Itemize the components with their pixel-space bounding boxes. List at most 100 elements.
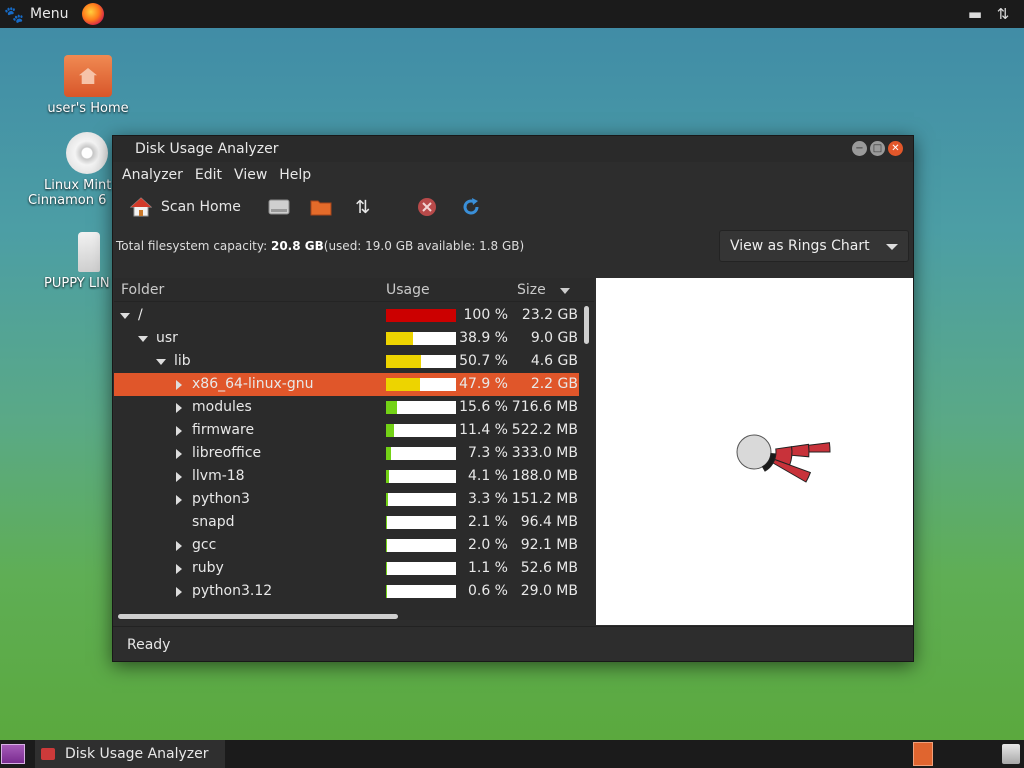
ring-segment[interactable] <box>808 442 831 453</box>
tree-row[interactable]: llvm-18 4.1 % 188.0 MB <box>114 465 579 488</box>
usage-bar-fill <box>386 378 420 391</box>
scan-remote-button[interactable]: ⇅ <box>347 192 379 222</box>
usage-percent: 1.1 % <box>467 560 508 576</box>
view-mode-select[interactable]: View as Rings Chart <box>719 230 909 262</box>
expander-closed-icon[interactable] <box>176 495 182 505</box>
tree-header: Folder Usage Size <box>114 278 594 302</box>
usage-percent: 100 % <box>463 307 508 323</box>
tree-row[interactable]: lib 50.7 % 4.6 GB <box>114 350 579 373</box>
disk-usage-analyzer-window: Disk Usage Analyzer − □ ✕ Analyzer Edit … <box>112 135 914 662</box>
horizontal-scrollbar[interactable] <box>118 614 398 619</box>
usage-bar <box>386 493 456 506</box>
tree-row[interactable]: modules 15.6 % 716.6 MB <box>114 396 579 419</box>
folder-name: / <box>138 307 143 323</box>
usage-bar <box>386 424 456 437</box>
taskbar: Disk Usage Analyzer <box>0 740 1024 768</box>
task-label: Disk Usage Analyzer <box>65 746 209 762</box>
expander-closed-icon[interactable] <box>176 564 182 574</box>
rings-chart-svg[interactable] <box>596 278 913 625</box>
ring-segment[interactable] <box>791 443 810 458</box>
menu-button[interactable]: 🐾 Menu <box>0 0 74 28</box>
scan-folder-button[interactable] <box>305 192 337 222</box>
tree-row[interactable]: gcc 2.0 % 92.1 MB <box>114 534 579 557</box>
close-icon[interactable]: ✕ <box>888 141 903 156</box>
tree-row[interactable]: / 100 % 23.2 GB <box>114 304 579 327</box>
usage-percent: 0.6 % <box>467 583 508 599</box>
capacity-prefix: Total filesystem capacity: <box>116 239 268 253</box>
folder-size: 23.2 GB <box>521 307 578 323</box>
firefox-icon[interactable] <box>82 3 105 25</box>
menu-view[interactable]: View <box>228 167 273 183</box>
expander-closed-icon[interactable] <box>176 541 182 551</box>
desktop-icon-home[interactable]: user's Home <box>43 55 133 116</box>
expander-closed-icon[interactable] <box>176 426 182 436</box>
usage-bar <box>386 378 456 391</box>
tree-row[interactable]: libreoffice 7.3 % 333.0 MB <box>114 442 579 465</box>
folder-tree[interactable]: Folder Usage Size / 100 % 23.2 GB usr 38.9 %… <box>114 278 594 620</box>
scan-home-icon <box>129 195 153 219</box>
workspace-switcher[interactable] <box>913 742 933 766</box>
titlebar[interactable]: Disk Usage Analyzer − □ ✕ <box>113 136 913 162</box>
filesystem-info: Total filesystem capacity: 20.8 GB (used… <box>113 226 913 266</box>
folder-size: 9.0 GB <box>530 330 578 346</box>
usage-percent: 38.9 % <box>459 330 508 346</box>
folder-name: snapd <box>192 514 235 530</box>
tree-row[interactable]: usr 38.9 % 9.0 GB <box>114 327 579 350</box>
tree-row[interactable]: python3.12 0.6 % 29.0 MB <box>114 580 579 603</box>
usage-bar <box>386 562 456 575</box>
usage-bar-fill <box>386 401 397 414</box>
minimize-icon[interactable]: − <box>852 141 867 156</box>
scan-filesystem-button[interactable] <box>263 192 295 222</box>
maximize-icon[interactable]: □ <box>870 141 885 156</box>
column-header-usage[interactable]: Usage <box>386 282 430 298</box>
folder-size: 29.0 MB <box>520 583 578 599</box>
tree-row[interactable]: firmware 11.4 % 522.2 MB <box>114 419 579 442</box>
usage-bar-fill <box>386 355 422 368</box>
view-mode-label: View as Rings Chart <box>730 238 870 254</box>
column-header-folder[interactable]: Folder <box>121 282 164 298</box>
expander-closed-icon[interactable] <box>176 380 182 390</box>
usb-drive-icon[interactable]: ▬ <box>964 4 986 24</box>
usage-bar-fill <box>386 516 388 529</box>
network-arrows-icon[interactable]: ⇅ <box>992 4 1014 24</box>
show-desktop-button[interactable] <box>1 744 25 764</box>
folder-name: modules <box>192 399 252 415</box>
expander-closed-icon[interactable] <box>176 403 182 413</box>
task-disk-usage-analyzer[interactable]: Disk Usage Analyzer <box>35 740 225 768</box>
folder-size: 2.2 GB <box>530 376 578 392</box>
folder-name: firmware <box>192 422 255 438</box>
dvd-icon <box>66 132 108 174</box>
rings-chart[interactable] <box>596 278 913 625</box>
tree-row[interactable]: python3 3.3 % 151.2 MB <box>114 488 579 511</box>
folder-name: llvm-18 <box>192 468 245 484</box>
usage-percent: 47.9 % <box>459 376 508 392</box>
expander-closed-icon[interactable] <box>176 449 182 459</box>
tree-row[interactable]: ruby 1.1 % 52.6 MB <box>114 557 579 580</box>
expander-closed-icon[interactable] <box>176 587 182 597</box>
expander-open-icon[interactable] <box>156 359 166 365</box>
menu-analyzer[interactable]: Analyzer <box>116 167 189 183</box>
expander-open-icon[interactable] <box>120 313 130 319</box>
tree-row[interactable]: x86_64-linux-gnu 47.9 % 2.2 GB <box>114 373 579 396</box>
scan-folder-icon <box>309 195 333 219</box>
menu-help[interactable]: Help <box>273 167 317 183</box>
tree-row[interactable]: snapd 2.1 % 96.4 MB <box>114 511 579 534</box>
stop-button[interactable] <box>411 192 443 222</box>
usage-percent: 3.3 % <box>467 491 508 507</box>
expander-open-icon[interactable] <box>138 336 148 342</box>
vertical-scrollbar[interactable] <box>584 306 589 344</box>
folder-name: python3.12 <box>192 583 273 599</box>
usage-percent: 4.1 % <box>467 468 508 484</box>
column-header-size[interactable]: Size <box>517 282 546 298</box>
capacity-value: 20.8 GB <box>270 239 324 253</box>
window-controls: − □ ✕ <box>852 141 903 156</box>
menubar: Analyzer Edit View Help <box>113 162 913 188</box>
scan-home-button[interactable]: Scan Home <box>125 192 245 222</box>
menu-edit[interactable]: Edit <box>189 167 228 183</box>
expander-closed-icon[interactable] <box>176 472 182 482</box>
refresh-button[interactable] <box>455 192 487 222</box>
trash-icon[interactable] <box>1002 744 1020 764</box>
stop-icon <box>415 195 439 219</box>
ring-segment[interactable] <box>772 458 812 483</box>
usage-bar-fill <box>386 332 414 345</box>
